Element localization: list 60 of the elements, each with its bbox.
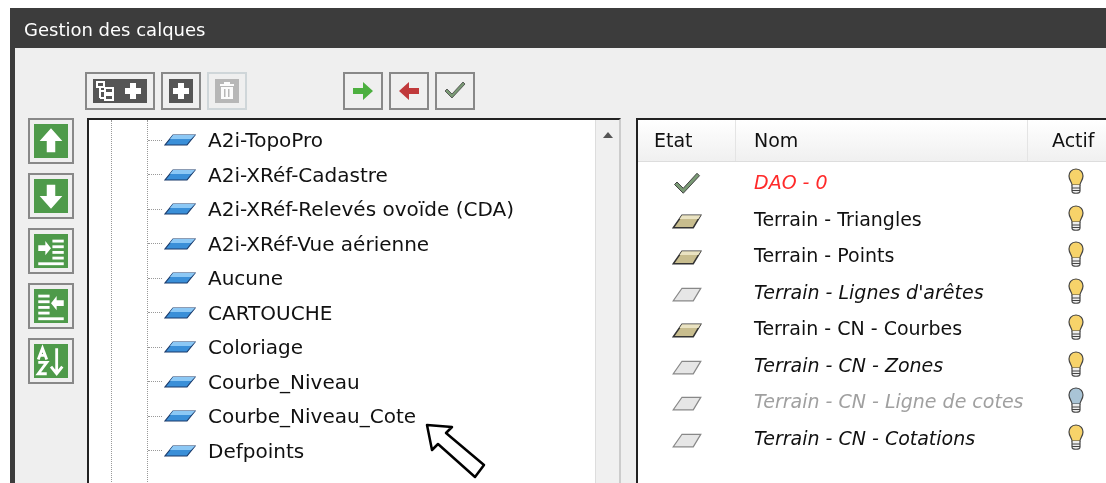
tree-item[interactable]: A2i-XRéf-Cadastre: [208, 159, 388, 190]
layer-name: Terrain - CN - Courbes: [753, 316, 964, 341]
toolbar-button[interactable]: [161, 72, 201, 110]
toolbar-button[interactable]: [343, 72, 383, 110]
layer-name: Terrain - Points: [753, 243, 896, 268]
layer-icon: [164, 168, 196, 181]
trash-icon: [215, 79, 239, 103]
indent-icon: [34, 234, 68, 268]
scrollbar[interactable]: [595, 120, 619, 483]
side-button[interactable]: [28, 173, 74, 219]
side-button[interactable]: [28, 338, 74, 384]
layer-icon: [164, 444, 196, 457]
window-title: Gestion des calques: [23, 18, 207, 42]
plus-icon: [169, 79, 193, 103]
side-button[interactable]: [28, 118, 74, 164]
layer-name: Terrain - Lignes d'arêtes: [753, 279, 985, 305]
right-arrow-icon: [351, 79, 375, 103]
lightbulb-icon[interactable]: [1068, 277, 1084, 306]
side-button[interactable]: [28, 228, 74, 274]
lightbulb-icon[interactable]: [1068, 204, 1084, 233]
layer-name: Terrain - CN - Ligne de cotes: [753, 389, 1025, 414]
layer-icon: [164, 306, 196, 319]
lightbulb-icon[interactable]: [1068, 241, 1084, 270]
layer-name: Terrain - CN - Cotations: [753, 425, 977, 451]
layer-icon: [164, 272, 196, 285]
column-header[interactable]: Etat: [638, 120, 736, 161]
layer-icon: [164, 375, 196, 388]
tree-item[interactable]: A2i-XRéf-Relevés ovoïde (CDA): [208, 194, 514, 225]
lightbulb-icon[interactable]: [1068, 350, 1084, 379]
tree-item[interactable]: A2i-TopoPro: [208, 125, 324, 156]
layer-name: Terrain - CN - Zones: [753, 352, 945, 378]
lightbulb-icon[interactable]: [1068, 423, 1084, 452]
tree-item[interactable]: Defpoints: [208, 435, 305, 466]
layer-icon: [164, 134, 196, 147]
tree-item[interactable]: A2i-XRéf-Vue aérienne: [208, 228, 430, 259]
layer-icon: [164, 237, 196, 250]
tree-item[interactable]: Coloriage: [208, 332, 304, 363]
sort-icon: [34, 344, 68, 378]
layer-icon: [164, 203, 196, 216]
toolbar-button[interactable]: [85, 72, 155, 110]
tree-item[interactable]: CARTOUCHE: [208, 297, 333, 328]
toolbar-button[interactable]: [389, 72, 429, 110]
scroll-up-icon[interactable]: [602, 132, 613, 138]
layer-name: DAO - 0: [753, 170, 829, 195]
layer-name: Terrain - Triangles: [753, 206, 923, 232]
lightbulb-icon[interactable]: [1068, 168, 1084, 197]
layer-icon: [164, 341, 196, 354]
lightbulb-icon[interactable]: [1068, 314, 1084, 343]
tree-plus-icon: [93, 79, 147, 103]
left-arrow-icon: [397, 79, 421, 103]
layer-icon: [164, 410, 196, 423]
tree-item[interactable]: Courbe_Niveau: [208, 366, 360, 397]
side-button[interactable]: [28, 283, 74, 329]
pointer-icon: [424, 422, 488, 480]
tree-item[interactable]: Courbe_Niveau_Cote: [208, 401, 417, 432]
tree-item[interactable]: Aucune: [208, 263, 283, 294]
column-header[interactable]: Nom: [736, 120, 1028, 161]
column-header[interactable]: Actif: [1028, 120, 1106, 161]
outdent-icon: [34, 289, 68, 323]
toolbar-button[interactable]: [435, 72, 475, 110]
